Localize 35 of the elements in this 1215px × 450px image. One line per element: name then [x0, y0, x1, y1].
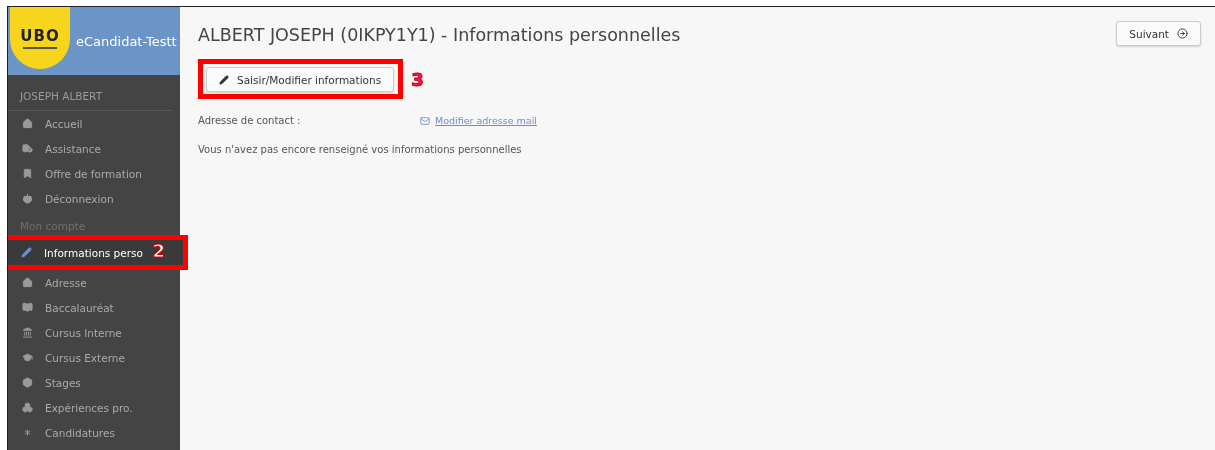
app-title: eCandidat-Testt — [76, 34, 177, 49]
pencil-icon — [219, 74, 229, 85]
contact-label: Adresse de contact : — [198, 115, 302, 126]
page-title: ALBERT JOSEPH (0IKPY1Y1) - Informations personnelles — [198, 25, 681, 45]
logo-tagline-mark — [23, 47, 57, 49]
cube-icon — [22, 377, 33, 388]
sidebar-item[interactable]: Expériences pro. — [8, 395, 174, 420]
logo-text: UBO — [20, 27, 60, 45]
user-name: JOSEPH ALBERT — [8, 75, 172, 111]
sidebar-item[interactable]: Adresse — [8, 270, 174, 295]
sidebar-item[interactable]: Candidatures — [8, 420, 174, 445]
info-message: Vous n'avez pas encore renseigné vos informations personnelles — [198, 144, 523, 155]
bookmark-icon — [22, 168, 33, 179]
sidebar-item[interactable]: Accueil — [8, 111, 174, 136]
graduation-cap-icon — [22, 352, 33, 363]
sidebar-item[interactable]: Baccalauréat — [8, 295, 174, 320]
bank-icon — [22, 327, 33, 338]
sidebar-item[interactable]: Cursus Externe — [8, 345, 174, 370]
sidebar-item[interactable]: Cursus Interne — [8, 320, 174, 345]
sidebar-item[interactable]: Assistance — [8, 136, 174, 161]
pencil-icon — [21, 247, 32, 258]
home-icon — [22, 277, 33, 288]
arrow-right-icon — [1177, 28, 1188, 39]
next-button[interactable]: Suivant — [1116, 21, 1201, 46]
modify-email-link[interactable]: Modifier adresse mail — [420, 115, 537, 126]
mail-icon — [420, 115, 430, 126]
sidebar-item[interactable]: Offre de formation — [8, 161, 174, 186]
callout-number: 2 — [152, 240, 165, 261]
edit-button[interactable]: Saisir/Modifier informations — [206, 67, 395, 92]
book-icon — [22, 302, 33, 313]
sidebar-item[interactable]: Déconnexion — [8, 186, 174, 211]
sidebar-item[interactable]: Stages — [8, 370, 174, 395]
callout-number: 3 — [411, 68, 424, 90]
home-icon — [22, 118, 33, 129]
asterisk-icon — [22, 427, 33, 438]
